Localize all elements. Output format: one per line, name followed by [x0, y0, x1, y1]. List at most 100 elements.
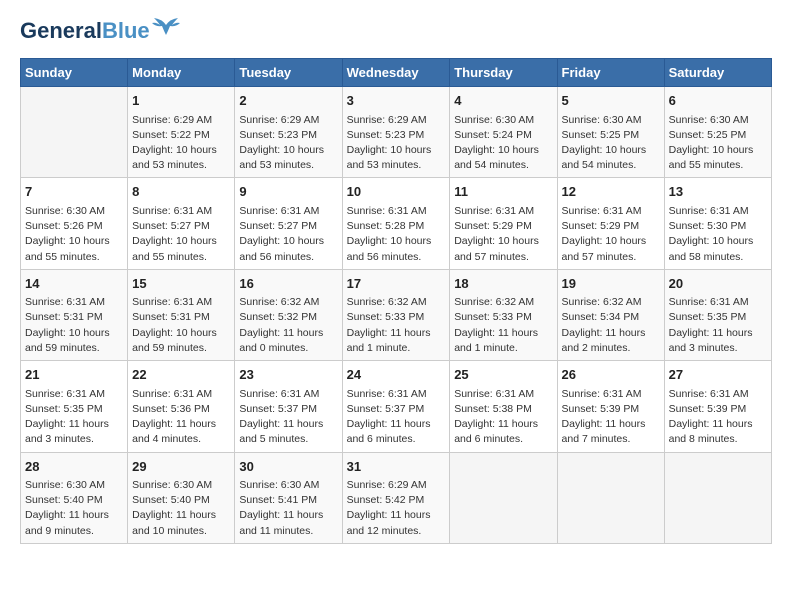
day-number: 10 [347, 182, 446, 202]
day-info-line: and 53 minutes. [347, 158, 446, 173]
calendar-cell: 19Sunrise: 6:32 AMSunset: 5:34 PMDayligh… [557, 269, 664, 360]
calendar-cell [557, 452, 664, 543]
day-info-line: Sunrise: 6:30 AM [454, 113, 552, 128]
day-info-line: Daylight: 10 hours [347, 234, 446, 249]
day-info-line: Sunset: 5:37 PM [347, 402, 446, 417]
day-info-line: Sunrise: 6:30 AM [562, 113, 660, 128]
day-info-line: and 8 minutes. [669, 432, 767, 447]
day-info-line: and 53 minutes. [132, 158, 230, 173]
day-info-line: Daylight: 11 hours [454, 417, 552, 432]
day-info-line: Sunrise: 6:30 AM [669, 113, 767, 128]
day-number: 31 [347, 457, 446, 477]
day-info-line: Sunset: 5:28 PM [347, 219, 446, 234]
day-info-line: and 3 minutes. [669, 341, 767, 356]
day-info-line: Daylight: 11 hours [132, 417, 230, 432]
calendar-cell: 14Sunrise: 6:31 AMSunset: 5:31 PMDayligh… [21, 269, 128, 360]
calendar-cell: 18Sunrise: 6:32 AMSunset: 5:33 PMDayligh… [450, 269, 557, 360]
day-info-line: Daylight: 10 hours [132, 234, 230, 249]
calendar-cell: 3Sunrise: 6:29 AMSunset: 5:23 PMDaylight… [342, 87, 450, 178]
day-info-line: Daylight: 11 hours [25, 508, 123, 523]
page-header: GeneralBlue [20, 20, 772, 42]
day-header-saturday: Saturday [664, 59, 771, 87]
calendar-cell: 28Sunrise: 6:30 AMSunset: 5:40 PMDayligh… [21, 452, 128, 543]
day-number: 3 [347, 91, 446, 111]
day-info-line: Sunrise: 6:31 AM [669, 204, 767, 219]
day-info-line: Sunrise: 6:31 AM [239, 204, 337, 219]
day-info-line: Daylight: 10 hours [132, 143, 230, 158]
day-info-line: Sunrise: 6:31 AM [454, 387, 552, 402]
calendar-cell: 26Sunrise: 6:31 AMSunset: 5:39 PMDayligh… [557, 361, 664, 452]
day-number: 21 [25, 365, 123, 385]
day-info-line: Sunrise: 6:30 AM [239, 478, 337, 493]
calendar-cell: 10 Sunrise: 6:31 AMSunset: 5:28 PMDayligh… [342, 178, 450, 269]
day-header-monday: Monday [128, 59, 235, 87]
calendar-week-row: 14Sunrise: 6:31 AMSunset: 5:31 PMDayligh… [21, 269, 772, 360]
day-number: 13 [669, 182, 767, 202]
day-info-line: Sunset: 5:36 PM [132, 402, 230, 417]
day-info-line: and 11 minutes. [239, 524, 337, 539]
calendar-week-row: 21Sunrise: 6:31 AMSunset: 5:35 PMDayligh… [21, 361, 772, 452]
day-number: 18 [454, 274, 552, 294]
day-info-line: Sunset: 5:33 PM [454, 310, 552, 325]
day-number: 15 [132, 274, 230, 294]
calendar-cell: 15Sunrise: 6:31 AMSunset: 5:31 PMDayligh… [128, 269, 235, 360]
calendar-cell: 23Sunrise: 6:31 AMSunset: 5:37 PMDayligh… [235, 361, 342, 452]
calendar-cell: 12Sunrise: 6:31 AMSunset: 5:29 PMDayligh… [557, 178, 664, 269]
day-info-line: and 12 minutes. [347, 524, 446, 539]
calendar-cell: 6Sunrise: 6:30 AMSunset: 5:25 PMDaylight… [664, 87, 771, 178]
calendar-cell [21, 87, 128, 178]
calendar-cell [664, 452, 771, 543]
day-info-line: Sunrise: 6:31 AM [239, 387, 337, 402]
day-info-line: Daylight: 10 hours [25, 326, 123, 341]
day-info-line: Daylight: 11 hours [669, 417, 767, 432]
day-info-line: Sunset: 5:37 PM [239, 402, 337, 417]
day-number: 8 [132, 182, 230, 202]
calendar-cell: 11Sunrise: 6:31 AMSunset: 5:29 PMDayligh… [450, 178, 557, 269]
day-number: 7 [25, 182, 123, 202]
day-info-line: Daylight: 11 hours [669, 326, 767, 341]
calendar-cell: 31Sunrise: 6:29 AMSunset: 5:42 PMDayligh… [342, 452, 450, 543]
day-number: 16 [239, 274, 337, 294]
calendar-cell: 16Sunrise: 6:32 AMSunset: 5:32 PMDayligh… [235, 269, 342, 360]
day-info-line: Sunrise: 6:32 AM [347, 295, 446, 310]
day-info-line: Sunset: 5:35 PM [669, 310, 767, 325]
day-info-line: Sunset: 5:42 PM [347, 493, 446, 508]
day-info-line: and 10 minutes. [132, 524, 230, 539]
day-info-line: and 0 minutes. [239, 341, 337, 356]
calendar-cell: 29Sunrise: 6:30 AMSunset: 5:40 PMDayligh… [128, 452, 235, 543]
calendar-cell: 25Sunrise: 6:31 AMSunset: 5:38 PMDayligh… [450, 361, 557, 452]
day-number: 19 [562, 274, 660, 294]
calendar-week-row: 28Sunrise: 6:30 AMSunset: 5:40 PMDayligh… [21, 452, 772, 543]
calendar-cell: 9Sunrise: 6:31 AMSunset: 5:27 PMDaylight… [235, 178, 342, 269]
day-info-line: and 54 minutes. [454, 158, 552, 173]
day-info-line: Sunrise: 6:31 AM [669, 295, 767, 310]
day-number: 12 [562, 182, 660, 202]
day-info-line: Sunset: 5:39 PM [562, 402, 660, 417]
day-number: 30 [239, 457, 337, 477]
day-info-line: Daylight: 11 hours [347, 508, 446, 523]
day-info-line: Daylight: 11 hours [239, 508, 337, 523]
day-number: 17 [347, 274, 446, 294]
day-info-line: and 6 minutes. [454, 432, 552, 447]
day-info-line: and 7 minutes. [562, 432, 660, 447]
calendar-cell: 1Sunrise: 6:29 AMSunset: 5:22 PMDaylight… [128, 87, 235, 178]
calendar-cell: 20Sunrise: 6:31 AMSunset: 5:35 PMDayligh… [664, 269, 771, 360]
day-number: 11 [454, 182, 552, 202]
day-info-line: and 3 minutes. [25, 432, 123, 447]
day-info-line: and 55 minutes. [669, 158, 767, 173]
day-info-line: Sunrise: 6:31 AM [347, 204, 446, 219]
day-header-sunday: Sunday [21, 59, 128, 87]
day-info-line: Sunset: 5:24 PM [454, 128, 552, 143]
day-info-line: and 4 minutes. [132, 432, 230, 447]
calendar-cell: 21Sunrise: 6:31 AMSunset: 5:35 PMDayligh… [21, 361, 128, 452]
day-info-line: Daylight: 10 hours [454, 234, 552, 249]
day-info-line: Daylight: 10 hours [562, 143, 660, 158]
day-info-line: Sunset: 5:23 PM [239, 128, 337, 143]
day-info-line: Sunrise: 6:31 AM [562, 387, 660, 402]
day-info-line: Sunset: 5:40 PM [132, 493, 230, 508]
day-info-line: Sunrise: 6:32 AM [454, 295, 552, 310]
calendar-cell: 8Sunrise: 6:31 AMSunset: 5:27 PMDaylight… [128, 178, 235, 269]
day-info-line: Sunset: 5:32 PM [239, 310, 337, 325]
day-info-line: Sunset: 5:40 PM [25, 493, 123, 508]
day-info-line: and 55 minutes. [132, 250, 230, 265]
